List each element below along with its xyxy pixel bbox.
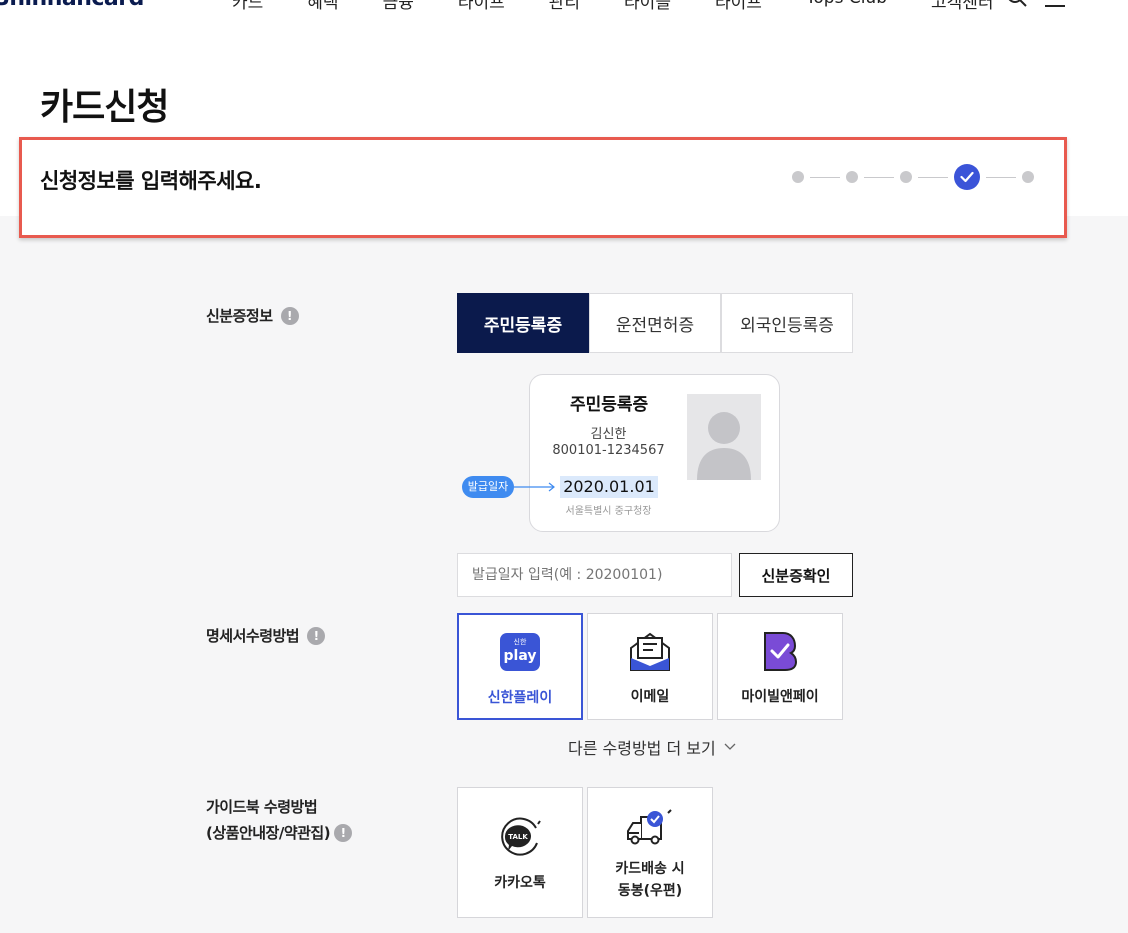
- nav-item-life[interactable]: 라이프: [458, 0, 505, 13]
- arrow-right-icon: [514, 482, 555, 492]
- tab-driver-license[interactable]: 운전면허증: [589, 293, 721, 353]
- mybill-pay-icon: [761, 630, 799, 672]
- issue-date-badge: 발급일자: [462, 476, 514, 498]
- more-methods-link[interactable]: 다른 수령방법 더 보기: [568, 735, 736, 759]
- step-connector: [864, 176, 894, 178]
- option-label: 카카오톡: [494, 875, 546, 891]
- page-title: 카드신청: [40, 87, 169, 128]
- svg-text:play: play: [504, 648, 537, 664]
- nav-item-tops-club[interactable]: Tops Club: [806, 0, 887, 13]
- option-email[interactable]: 이메일: [587, 613, 713, 720]
- step-progress: [792, 164, 1034, 190]
- top-navigation: Shinhancard 카드 혜택 금융 라이프 관리 라이블 라이프 Tops…: [0, 0, 1128, 13]
- nav-item-card[interactable]: 카드: [232, 0, 263, 13]
- option-label: 카드배송 시 동봉(우편): [615, 861, 685, 899]
- tab-resident-card[interactable]: 주민등록증: [457, 293, 589, 353]
- step-dot-current-check-icon: [954, 164, 980, 190]
- nav-item-6[interactable]: 라이블: [624, 0, 671, 13]
- nav-item-manage[interactable]: 관리: [549, 0, 580, 13]
- email-icon: [628, 630, 672, 672]
- step-dot-5: [1022, 171, 1034, 183]
- nav-actions: [1006, 0, 1066, 8]
- search-icon[interactable]: [1006, 0, 1028, 8]
- svg-text:TALK: TALK: [508, 833, 528, 841]
- id-card-sample: 주민등록증 김신한 800101-1234567 2020.01.01 서울특별…: [529, 374, 780, 532]
- statement-label: 명세서수령방법 !: [206, 623, 326, 649]
- id-card-number: 800101-1234567: [552, 443, 665, 458]
- option-label: 이메일: [630, 689, 670, 705]
- step-connector: [810, 176, 840, 178]
- svg-text:신한: 신한: [514, 637, 527, 646]
- step-dot-2: [846, 171, 858, 183]
- issue-date-input[interactable]: [457, 553, 732, 597]
- id-info-label: 신분증정보 !: [206, 303, 299, 329]
- option-card-delivery[interactable]: 카드배송 시 동봉(우편): [587, 787, 713, 918]
- option-kakaotalk[interactable]: TALK 카카오톡: [457, 787, 583, 918]
- nav-item-benefit[interactable]: 혜택: [307, 0, 338, 13]
- id-card-name: 김신한: [590, 427, 627, 442]
- delivery-truck-icon: [625, 806, 675, 848]
- option-label: 신한플레이: [487, 690, 553, 706]
- nav-item-customer-center[interactable]: 고객센터: [931, 0, 994, 13]
- guidebook-label: 가이드북 수령방법 (상품안내장/약관집) !: [206, 794, 353, 846]
- step-dot-1: [792, 171, 804, 183]
- shinhan-play-icon: 신한 play: [499, 631, 541, 673]
- id-confirm-button[interactable]: 신분증확인: [739, 553, 853, 597]
- id-card-issuer: 서울특별시 중구청장: [565, 506, 652, 517]
- person-silhouette-icon: [687, 394, 761, 480]
- option-shinhan-play[interactable]: 신한 play 신한플레이: [457, 613, 583, 720]
- nav-item-7[interactable]: 라이프: [715, 0, 762, 13]
- option-label: 마이빌앤페이: [741, 689, 819, 705]
- info-icon[interactable]: !: [280, 307, 299, 325]
- info-icon[interactable]: !: [334, 824, 353, 842]
- option-mybill-pay[interactable]: 마이빌앤페이: [717, 613, 843, 720]
- step-connector: [918, 176, 948, 178]
- step-instruction: 신청정보를 입력해주세요.: [40, 169, 262, 193]
- step-dot-3: [900, 171, 912, 183]
- info-icon[interactable]: !: [307, 627, 326, 645]
- brand-logo[interactable]: Shinhancard: [0, 0, 144, 11]
- id-card-title: 주민등록증: [570, 395, 649, 415]
- kakaotalk-icon: TALK: [498, 816, 542, 858]
- step-indicator-panel: 신청정보를 입력해주세요.: [19, 137, 1067, 238]
- step-connector: [986, 176, 1016, 178]
- nav-item-finance[interactable]: 금융: [383, 0, 414, 13]
- id-card-issue-date: 2020.01.01: [560, 476, 658, 498]
- tab-foreigner-card[interactable]: 외국인등록증: [721, 293, 853, 353]
- nav-menu: 카드 혜택 금융 라이프 관리 라이블 라이프 Tops Club 고객센터: [232, 0, 994, 13]
- chevron-down-icon: [724, 743, 736, 750]
- menu-icon[interactable]: [1044, 0, 1066, 8]
- id-type-tabs: 주민등록증 운전면허증 외국인등록증: [457, 293, 853, 353]
